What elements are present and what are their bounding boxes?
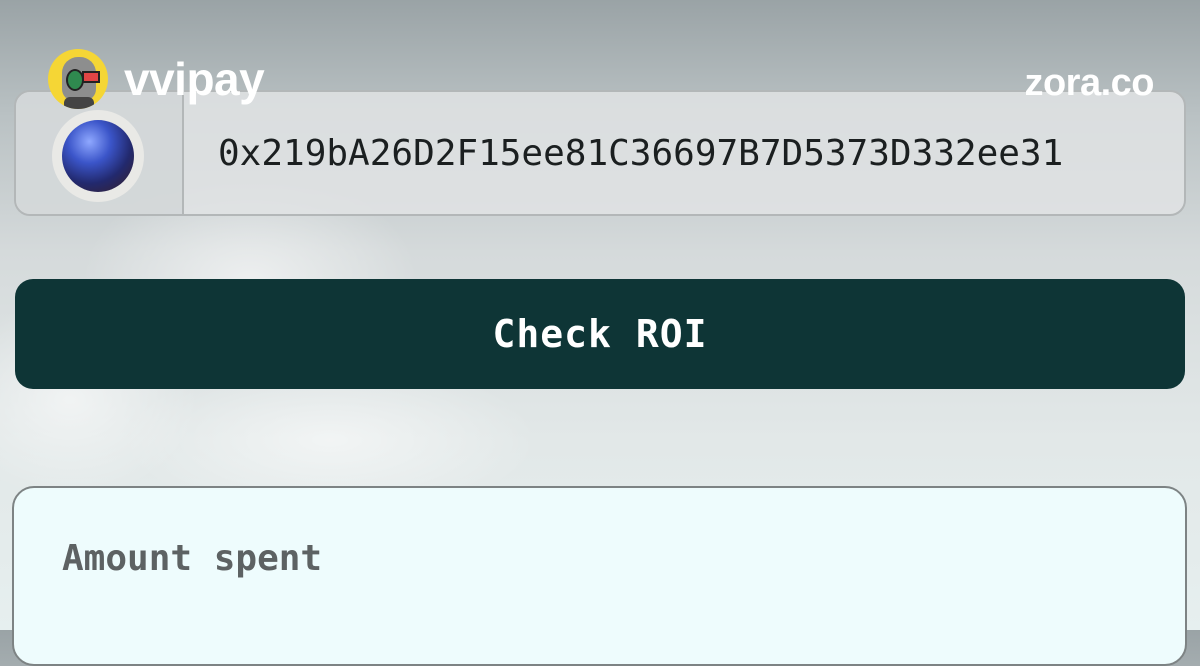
results-card: Amount spent (12, 486, 1187, 666)
token-icon-slot (16, 92, 184, 214)
brand-header: vvipay (48, 48, 265, 110)
blue-orb-icon (62, 120, 134, 192)
amount-spent-label: Amount spent (62, 538, 323, 579)
brand-name: vvipay (124, 53, 265, 105)
site-domain: zora.co (1024, 62, 1154, 104)
wallet-address-input[interactable]: 0x219bA26D2F15ee81C36697B7D5373D332ee31 (218, 132, 1168, 176)
check-roi-button[interactable]: Check ROI (15, 279, 1185, 389)
token-avatar (52, 110, 144, 202)
robot-avatar-icon (48, 49, 108, 109)
